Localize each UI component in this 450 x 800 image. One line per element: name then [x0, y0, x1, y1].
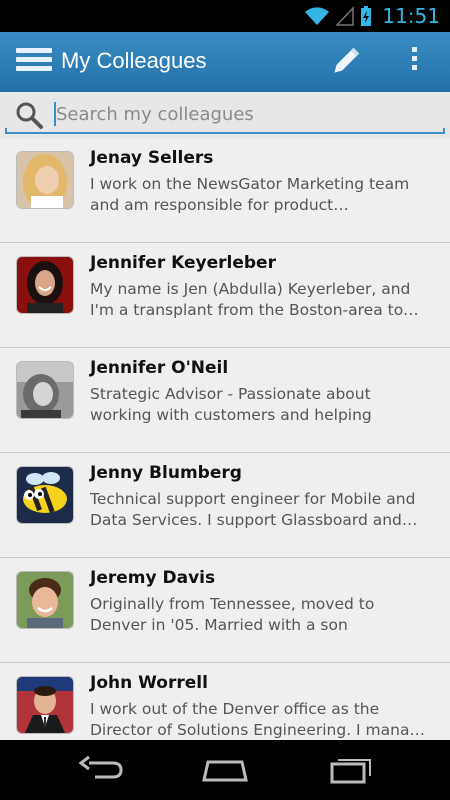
list-item[interactable]: Jenay Sellers I work on the NewsGator Ma… — [0, 138, 450, 243]
search-input[interactable] — [56, 100, 426, 128]
menu-icon[interactable] — [16, 48, 52, 76]
colleague-name: Jenny Blumberg — [90, 463, 242, 483]
colleague-list[interactable]: Jenay Sellers I work on the NewsGator Ma… — [0, 138, 450, 740]
colleague-bio: Strategic Advisor - Passionate about wor… — [90, 385, 372, 424]
avatar — [17, 257, 73, 313]
colleague-bio: I work out of the Denver office as the D… — [90, 700, 425, 739]
back-icon[interactable] — [75, 754, 125, 786]
status-icons: 11:51 — [304, 0, 440, 32]
page-title: My Colleagues — [61, 48, 207, 73]
wifi-icon — [305, 7, 330, 25]
colleague-bio: Technical support engineer for Mobile an… — [90, 490, 418, 529]
list-item[interactable]: Jennifer Keyerleber My name is Jen (Abdu… — [0, 243, 450, 348]
avatar — [17, 572, 73, 628]
navigation-bar — [0, 740, 450, 800]
colleague-name: John Worrell — [90, 673, 208, 693]
list-item[interactable]: Jenny Blumberg Technical support enginee… — [0, 453, 450, 558]
avatar — [17, 152, 73, 208]
colleague-bio: Originally from Tennessee, moved to Denv… — [90, 595, 375, 634]
search-underline — [5, 128, 445, 134]
list-item[interactable]: Jeremy Davis Originally from Tennessee, … — [0, 558, 450, 663]
colleague-bio: I work on the NewsGator Marketing team a… — [90, 175, 410, 214]
search-bar — [0, 92, 450, 138]
status-bar: 11:51 — [0, 0, 450, 32]
search-icon — [16, 102, 43, 129]
avatar — [17, 677, 73, 733]
signal-icon — [336, 6, 355, 26]
pencil-icon[interactable] — [326, 44, 364, 80]
status-time: 11:51 — [382, 4, 440, 28]
list-item[interactable]: Jennifer O'Neil Strategic Advisor - Pass… — [0, 348, 450, 453]
colleague-name: Jeremy Davis — [90, 568, 216, 588]
home-icon[interactable] — [200, 754, 250, 786]
list-item[interactable]: John Worrell I work out of the Denver of… — [0, 663, 450, 740]
action-bar: My Colleagues — [0, 32, 450, 92]
colleague-name: Jenay Sellers — [90, 148, 214, 168]
colleague-name: Jennifer Keyerleber — [90, 253, 276, 273]
recent-apps-icon[interactable] — [326, 754, 376, 786]
overflow-menu-icon[interactable] — [404, 44, 424, 80]
avatar — [17, 362, 73, 418]
battery-charging-icon — [361, 6, 372, 26]
colleague-name: Jennifer O'Neil — [90, 358, 229, 378]
colleague-bio: My name is Jen (Abdulla) Keyerleber, and… — [90, 280, 419, 319]
avatar — [17, 467, 73, 523]
